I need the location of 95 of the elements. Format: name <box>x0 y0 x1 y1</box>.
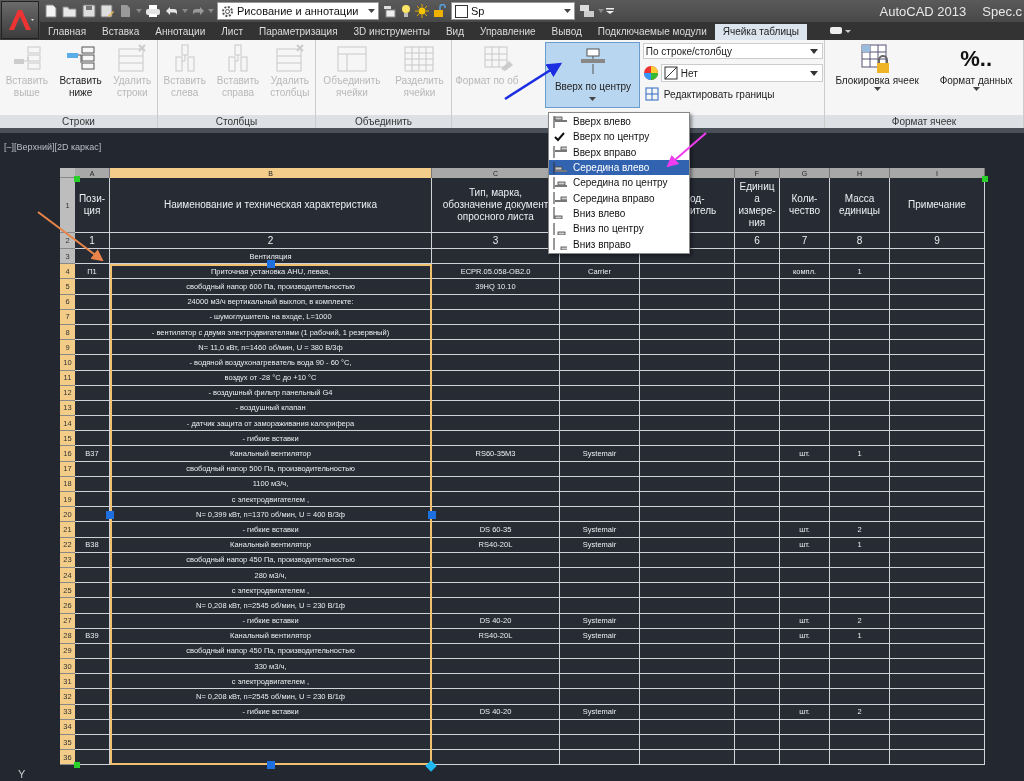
table-cell: 8 <box>830 233 890 249</box>
table-corner <box>60 168 75 178</box>
caret-icon <box>589 97 597 101</box>
panel-title: Строки <box>0 115 157 128</box>
no-color-icon <box>663 66 678 80</box>
table-grip[interactable] <box>982 176 988 182</box>
caret-icon <box>972 87 980 91</box>
alignment-icon <box>553 222 567 235</box>
annotation-arrow <box>666 132 707 168</box>
ribbon-tab[interactable]: Вставка <box>94 24 148 40</box>
alignment-icon <box>553 115 567 128</box>
caret-icon <box>564 9 571 13</box>
new-file-icon[interactable] <box>44 4 58 18</box>
ribbon-tab[interactable]: 3D инструменты <box>345 24 438 40</box>
alignment-icon <box>553 161 567 174</box>
table-header-cell: Единиц а измере- ния <box>735 178 780 233</box>
borders-grid-icon <box>644 87 659 101</box>
menu-item[interactable]: Вверх вправо <box>549 144 689 160</box>
caret-icon <box>809 48 818 54</box>
save-as-icon[interactable] <box>100 4 115 18</box>
ribbon-tab[interactable]: Ячейка таблицы <box>714 24 807 40</box>
document-name: Spec.c <box>982 3 1022 19</box>
color-swatch-icon <box>455 4 468 18</box>
table-cell: 1 <box>75 233 110 249</box>
merge-cells-icon <box>334 43 369 75</box>
ribbon-tab[interactable]: Главная <box>40 24 95 40</box>
table-grip[interactable] <box>74 176 80 182</box>
alignment-dropdown-button[interactable]: Вверх по центру <box>545 42 641 108</box>
light-bulb-icon[interactable] <box>401 3 411 19</box>
open-folder-icon[interactable] <box>62 4 78 18</box>
grip-handle[interactable] <box>106 511 114 519</box>
grip-handle[interactable] <box>428 511 436 519</box>
ribbon-tab[interactable]: Лист <box>213 24 251 40</box>
grip-handle[interactable] <box>267 260 275 268</box>
table-cell: 2 <box>110 233 432 249</box>
alignment-icon <box>553 192 567 205</box>
sun-icon[interactable] <box>415 4 429 18</box>
panel-title: Объединить <box>316 115 451 128</box>
table-cell: 9 <box>890 233 985 249</box>
caret-icon[interactable] <box>136 9 142 13</box>
alignment-icon <box>553 146 567 159</box>
alignment-icon <box>580 47 606 77</box>
color-wheel-icon[interactable] <box>642 65 659 81</box>
caret-icon <box>873 87 881 91</box>
redo-icon[interactable] <box>191 5 205 17</box>
caret-icon[interactable] <box>598 9 604 13</box>
ribbon-tab[interactable]: Аннотации <box>147 24 214 40</box>
table-grip[interactable] <box>74 762 80 769</box>
split-cells-icon <box>402 43 437 75</box>
caret-icon <box>368 9 375 13</box>
ribbon-tab[interactable]: Управление <box>472 24 544 40</box>
table-header-cell: Наименование и техническая характеристика <box>110 178 432 233</box>
ribbon-tab[interactable]: Подключаемые модули <box>589 24 715 40</box>
edit-borders-button[interactable]: Редактировать границы <box>642 87 823 101</box>
ribbon-tab[interactable]: Вид <box>437 24 472 40</box>
alignment-icon <box>553 176 567 189</box>
caret-icon[interactable] <box>182 9 188 13</box>
menu-item[interactable]: Вверх по центру <box>549 129 689 145</box>
grip-handle[interactable] <box>425 760 437 773</box>
cell-lock-button[interactable]: Блокировка ячеек <box>833 43 921 91</box>
customize-caret-icon[interactable] <box>606 8 614 14</box>
scope-dropdown[interactable]: По строке/столбцу <box>642 43 823 59</box>
gear-icon <box>221 4 234 18</box>
table-header-cell: Коли- чество <box>780 178 830 233</box>
caret-icon <box>809 70 818 76</box>
application-menu-button[interactable] <box>1 1 39 39</box>
caret-icon[interactable] <box>208 9 214 13</box>
layer-dropdown[interactable]: Sp <box>451 2 575 20</box>
switch-windows-icon[interactable] <box>579 4 595 18</box>
ribbon-tab[interactable]: Вывод <box>543 24 590 40</box>
panel-title: Формат ячеек <box>825 115 1023 128</box>
save-icon[interactable] <box>82 4 96 18</box>
alignment-icon <box>553 238 567 250</box>
ribbon-tab[interactable]: Параметризация <box>250 24 346 40</box>
ucs-icon: Y <box>18 764 34 778</box>
unlocked-padlock-icon[interactable] <box>433 4 447 18</box>
data-format-button[interactable]: %.. Формат данных <box>937 43 1015 91</box>
panel-title: Столбцы <box>158 115 315 128</box>
undo-icon[interactable] <box>165 5 179 17</box>
application-name: AutoCAD 2013 <box>879 3 967 19</box>
table-cell: 6 <box>735 233 780 249</box>
publish-icon[interactable] <box>119 4 133 18</box>
menu-item[interactable]: Середина влево <box>549 159 689 176</box>
ribbon-button[interactable]: Вставить ниже <box>57 43 104 99</box>
panel-toggle-icon[interactable] <box>828 27 851 35</box>
check-icon <box>553 130 567 143</box>
print-icon[interactable] <box>145 4 161 18</box>
viewport-label[interactable]: [–][Верхний][2D каркас] <box>4 142 102 152</box>
grip-handle[interactable] <box>267 761 275 770</box>
workspace-dropdown[interactable]: Рисование и аннотации <box>217 2 379 20</box>
menu-item[interactable]: Вверх влево <box>549 114 689 130</box>
layer-states-icon[interactable] <box>383 4 397 18</box>
cell-color-dropdown[interactable]: Нет <box>660 64 823 82</box>
table-header-cell: Масса единицы <box>830 178 890 233</box>
table-cell: 7 <box>780 233 830 249</box>
